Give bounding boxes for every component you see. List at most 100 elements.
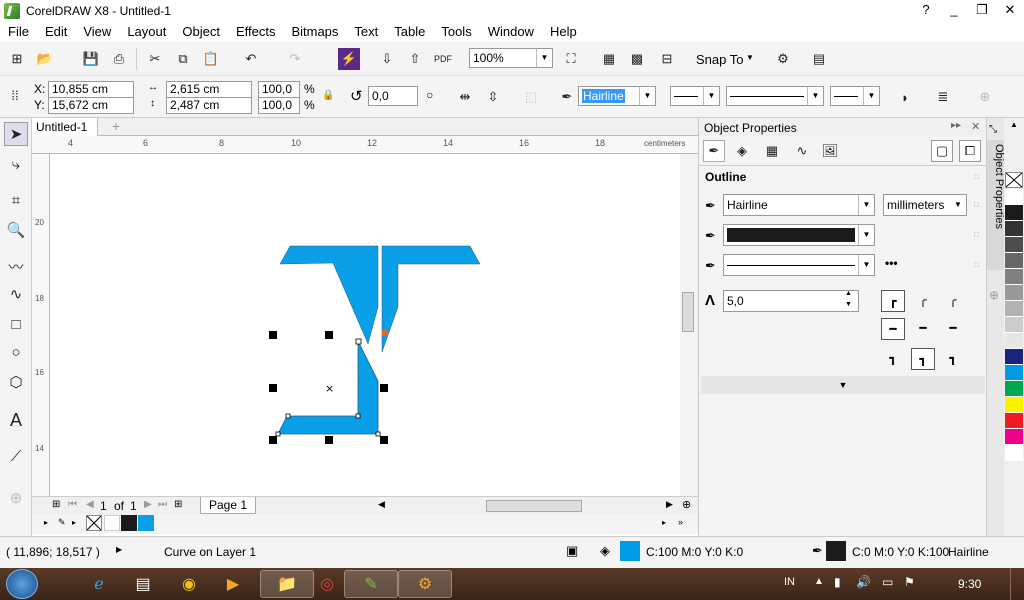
close-curve-icon[interactable]: ◗ [894, 86, 916, 108]
swatch-white[interactable] [104, 515, 120, 531]
status-expand-icon[interactable]: ▶ [116, 545, 122, 554]
outline-color-picker[interactable]: ▼ [723, 224, 875, 246]
palette-swatch[interactable] [1005, 429, 1023, 445]
volume-icon[interactable]: 🔊 [856, 575, 871, 589]
start-arrowhead-select[interactable]: ▼ [670, 86, 720, 106]
text-tool-icon[interactable]: A [4, 408, 28, 432]
line-style-select[interactable]: ▼ [726, 86, 824, 106]
cut-icon[interactable]: ✂ [144, 48, 166, 70]
palette-no-color[interactable] [1005, 172, 1023, 188]
show-rulers-icon[interactable]: ▦ [598, 48, 620, 70]
save-icon[interactable]: 💾 [80, 48, 102, 70]
outline-width-dropdown[interactable]: Hairline ▼ [723, 194, 875, 216]
convert-to-curves-icon[interactable]: ⬚ [520, 86, 542, 108]
miter-corner-button[interactable]: ┏ [881, 290, 905, 312]
previous-page-button[interactable]: ◀ [86, 499, 94, 510]
full-screen-icon[interactable]: ⛶ [560, 48, 582, 70]
docker-pin-icon[interactable]: ⤡ [989, 124, 997, 135]
show-guidelines-icon[interactable]: ⊟ [656, 48, 678, 70]
paste-icon[interactable]: 📋 [200, 48, 222, 70]
selection-handle[interactable] [269, 436, 277, 444]
palette-swatch[interactable] [1005, 285, 1023, 301]
import-icon[interactable]: ⇩ [376, 48, 398, 70]
palette-swatch[interactable] [1005, 205, 1023, 221]
palette-swatch[interactable] [1005, 445, 1023, 461]
selection-handle[interactable] [269, 384, 277, 392]
palette-up-icon[interactable]: ▲ [1010, 120, 1018, 129]
outside-position-button[interactable]: ┓ [881, 348, 905, 370]
scroll-left-icon[interactable]: ◀ [378, 499, 385, 510]
show-grid-icon[interactable]: ▩ [626, 48, 648, 70]
transparency-tab-icon[interactable]: ▦ [761, 140, 783, 162]
export-icon[interactable]: ⇧ [404, 48, 426, 70]
drawing-canvas[interactable]: × [50, 154, 680, 496]
fill-tab-icon[interactable]: ◈ [731, 140, 753, 162]
menu-file[interactable]: File [0, 22, 37, 42]
round-corner-button[interactable]: ╭ [911, 290, 935, 312]
options-gear-icon[interactable]: ⚙ [772, 48, 794, 70]
parallel-dimension-tool-icon[interactable]: ⟋ [4, 444, 28, 468]
rectangle-tool-icon[interactable]: □ [4, 312, 28, 336]
menu-table[interactable]: Table [386, 22, 433, 42]
palette-swatch[interactable] [1005, 397, 1023, 413]
battery-icon[interactable]: ▭ [882, 575, 893, 589]
copy-icon[interactable]: ⧉ [172, 48, 194, 70]
pick-tool-icon[interactable]: ➤ [4, 122, 28, 146]
show-desktop-button[interactable] [1010, 568, 1024, 600]
inside-position-button[interactable]: ┓ [941, 348, 965, 370]
snap-to-button[interactable]: Snap To [696, 52, 743, 67]
palette-swatch[interactable] [1005, 269, 1023, 285]
curve-tab-icon[interactable]: ∿ [791, 140, 813, 162]
square-cap-button[interactable]: ━ [941, 318, 965, 340]
units-dropdown[interactable]: millimeters ▼ [883, 194, 967, 216]
menu-bitmaps[interactable]: Bitmaps [283, 22, 346, 42]
width-field[interactable]: 2,615 cm [166, 81, 252, 98]
mirror-horizontal-icon[interactable]: ⇹ [454, 86, 476, 108]
close-button[interactable]: ✕ [996, 0, 1024, 20]
scale-x-field[interactable]: 100,0 [258, 81, 300, 98]
panel-expand-icon[interactable]: ▸▸ [951, 120, 961, 131]
butt-cap-button[interactable]: ━ [881, 318, 905, 340]
no-color-swatch[interactable] [86, 515, 102, 531]
palette-swatch[interactable] [1005, 253, 1023, 269]
color-proof-icon[interactable]: ▣ [566, 543, 578, 559]
outline-tab-icon[interactable]: ✒ [703, 140, 725, 162]
first-page-button[interactable]: ⏮ [68, 499, 77, 510]
print-icon[interactable]: ⎙ [108, 48, 130, 70]
miter-limit-field[interactable]: 5,0 [723, 290, 859, 312]
lock-ratio-icon[interactable]: 🔒 [322, 90, 334, 101]
polygon-tool-icon[interactable]: ⬡ [4, 370, 28, 394]
tab-page-1[interactable]: Page 1 [200, 497, 257, 514]
quick-customize-icon[interactable]: ⊕ [974, 86, 996, 108]
mirror-vertical-icon[interactable]: ⇳ [482, 86, 504, 108]
photo-app-icon[interactable]: ⚙ [398, 570, 452, 598]
bitmap-tab-icon[interactable]: 🖼 [819, 140, 841, 162]
rotation-angle-field[interactable]: 0,0 [368, 86, 418, 106]
vertical-scrollbar[interactable] [680, 154, 698, 496]
help-icon[interactable]: ? [912, 0, 940, 20]
selection-handle[interactable] [380, 384, 388, 392]
shape-top-right[interactable] [381, 245, 481, 353]
line-style-settings-icon[interactable]: ••• [885, 256, 898, 270]
eyedropper-icon[interactable]: ✎ [58, 517, 66, 528]
frame-icon[interactable]: ▢ [931, 140, 953, 162]
vertical-scroll-thumb[interactable] [682, 292, 694, 332]
action-center-icon[interactable]: ⚑ [904, 575, 915, 589]
centered-position-button[interactable]: ┓ [911, 348, 935, 370]
horizontal-scroll-thumb[interactable] [486, 500, 582, 512]
bevel-corner-button[interactable]: ╭ [941, 290, 965, 312]
next-page-button[interactable]: ▶ [144, 499, 152, 510]
y-position-field[interactable]: 15,672 cm [48, 97, 134, 114]
ellipse-tool-icon[interactable]: ○ [4, 340, 28, 364]
start-button[interactable] [6, 569, 38, 599]
new-tab-icon[interactable]: + [112, 118, 120, 134]
shape-tool-icon[interactable]: ⤷ [4, 152, 28, 176]
menu-window[interactable]: Window [480, 22, 542, 42]
palette-swatch[interactable] [1005, 301, 1023, 317]
line-style-dropdown[interactable]: ▼ [723, 254, 875, 276]
selection-handle[interactable] [380, 436, 388, 444]
round-cap-button[interactable]: ━ [911, 318, 935, 340]
clock[interactable]: 9:30 [958, 577, 981, 591]
palette-scroll-right[interactable]: ▸ [662, 518, 666, 527]
export-pdf-icon[interactable]: PDF [432, 48, 454, 70]
